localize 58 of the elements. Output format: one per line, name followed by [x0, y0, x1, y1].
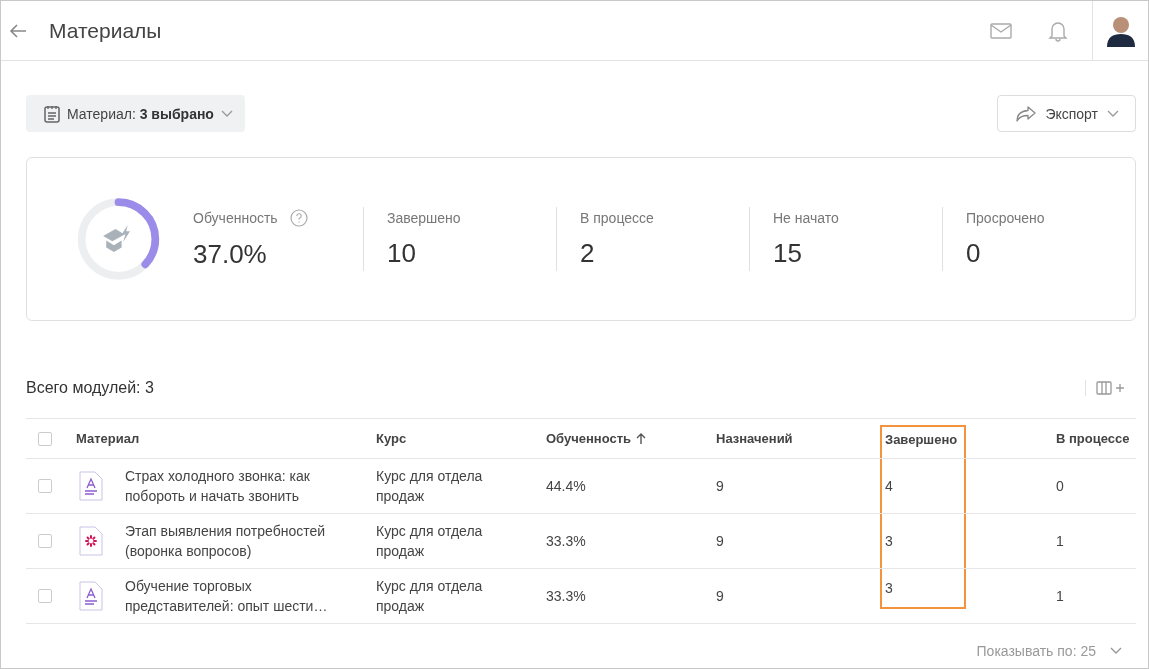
row-checkbox[interactable]	[38, 534, 52, 548]
chevron-down-icon	[1110, 647, 1122, 655]
table-cell-text: 44.4%	[546, 477, 587, 496]
stat-label: Завершено	[387, 209, 461, 226]
graduation-cap-icon	[103, 225, 130, 253]
row-checkbox[interactable]	[38, 479, 52, 493]
export-button[interactable]: Экспорт	[997, 95, 1136, 132]
stat-value: 0	[966, 237, 982, 269]
help-icon[interactable]	[289, 208, 308, 227]
column-header[interactable]: Завершено	[880, 425, 966, 458]
row-checkbox[interactable]	[38, 589, 52, 603]
table-cell-text: 9	[716, 532, 725, 551]
stat-label: Обученность	[193, 209, 278, 226]
bell-icon[interactable]	[1048, 19, 1068, 42]
table-cell-text: 1	[1056, 532, 1065, 551]
back-arrow-icon[interactable]	[9, 23, 27, 38]
column-header[interactable]: Материал	[76, 419, 376, 458]
table-cell-text: 33.3%	[546, 587, 587, 606]
table-cell-text: 9	[716, 477, 725, 496]
stat-value: 2	[580, 237, 596, 269]
table-cell-text: 33.3%	[546, 532, 587, 551]
stat-value: 15	[773, 237, 803, 269]
table-cell-text: Курс для отдела продаж	[376, 467, 484, 506]
column-header[interactable]: В процессе	[966, 419, 1136, 458]
stat-label: Просрочено	[966, 209, 1045, 226]
table-cell-text: 1	[1056, 587, 1065, 606]
sort-up-icon	[636, 433, 647, 444]
table-cell-text: Курс для отдела продаж	[376, 577, 484, 616]
column-header[interactable]: Курс	[376, 419, 546, 458]
share-arrow-icon	[1016, 105, 1037, 122]
stat-label: Не начато	[773, 209, 839, 226]
chevron-down-icon	[1107, 109, 1119, 118]
table-cell-text: 9	[716, 587, 725, 606]
stat-label: В процессе	[580, 209, 654, 226]
table-cell-text: 0	[1056, 477, 1065, 496]
text-document-icon	[79, 471, 103, 501]
module-count: Всего модулей: 3	[26, 379, 154, 397]
text-document-icon	[79, 581, 103, 611]
select-all-checkbox[interactable]	[38, 431, 52, 446]
notepad-icon	[44, 104, 60, 123]
material-link[interactable]: Этап выявления потребностей (воронка вопросов)	[125, 521, 355, 561]
table-cell-text: 4	[885, 477, 894, 496]
burst-document-icon	[79, 526, 103, 556]
material-link[interactable]: Страх холодного звонка: как побороть и начать звонить	[125, 466, 355, 506]
column-header[interactable]: Обученность	[546, 419, 716, 458]
table-cell-text: 3	[885, 532, 894, 551]
mail-icon[interactable]	[990, 22, 1012, 39]
stat-value: 37.0%	[193, 238, 268, 270]
table-cell-text: 3	[885, 579, 894, 598]
chevron-down-icon	[220, 109, 233, 118]
column-header[interactable]: Назначений	[716, 419, 880, 458]
material-filter-dropdown[interactable]: Материал: 3 выбрано	[26, 95, 245, 132]
add-column-icon[interactable]	[1085, 380, 1126, 396]
avatar-icon[interactable]	[1106, 14, 1135, 47]
stat-value: 10	[387, 237, 417, 269]
page-title: Материалы	[49, 18, 162, 43]
table-cell-text: Курс для отдела продаж	[376, 522, 484, 561]
material-link[interactable]: Обучение торговых представителей: опыт шести…	[125, 576, 355, 616]
